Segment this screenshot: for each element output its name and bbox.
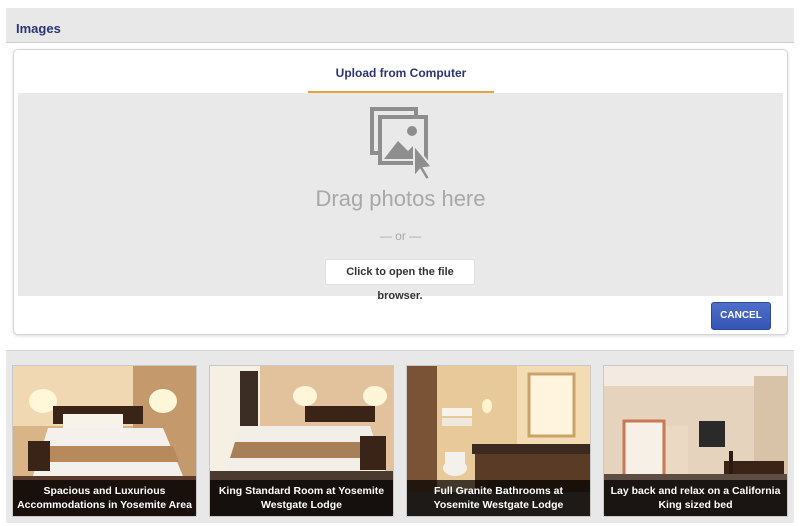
tab-upload-from-computer[interactable]: Upload from Computer <box>308 50 494 93</box>
image-gallery: Spacious and Luxurious Accommodations in… <box>6 350 794 523</box>
gallery-caption: King Standard Room at Yosemite Westgate … <box>210 480 393 516</box>
tab-label: Upload from Computer <box>335 66 467 80</box>
drag-photos-text: Drag photos here <box>315 186 486 211</box>
gallery-caption: Lay back and relax on a California King … <box>604 480 787 516</box>
cancel-button[interactable]: CANCEL <box>711 302 771 330</box>
gallery-item[interactable]: Full Granite Bathrooms at Yosemite Westg… <box>406 365 591 517</box>
gallery-item[interactable]: King Standard Room at Yosemite Westgate … <box>209 365 394 517</box>
gallery-item[interactable]: Spacious and Luxurious Accommodations in… <box>12 365 197 517</box>
gallery-caption: Full Granite Bathrooms at Yosemite Westg… <box>407 480 590 516</box>
gallery-item[interactable]: Lay back and relax on a California King … <box>603 365 788 517</box>
images-section-header: Images <box>6 8 794 43</box>
photo-upload-icon <box>370 107 434 181</box>
open-file-browser-button[interactable]: Click to open the file browser. <box>325 259 475 302</box>
gallery-caption: Spacious and Luxurious Accommodations in… <box>13 480 196 516</box>
photo-dropzone[interactable]: Drag photos here — or — Click to open th… <box>18 93 783 302</box>
or-separator: — or — <box>379 229 422 243</box>
section-title: Images <box>16 21 61 36</box>
upload-panel: Upload from Computer Drag photos here — … <box>13 49 788 335</box>
